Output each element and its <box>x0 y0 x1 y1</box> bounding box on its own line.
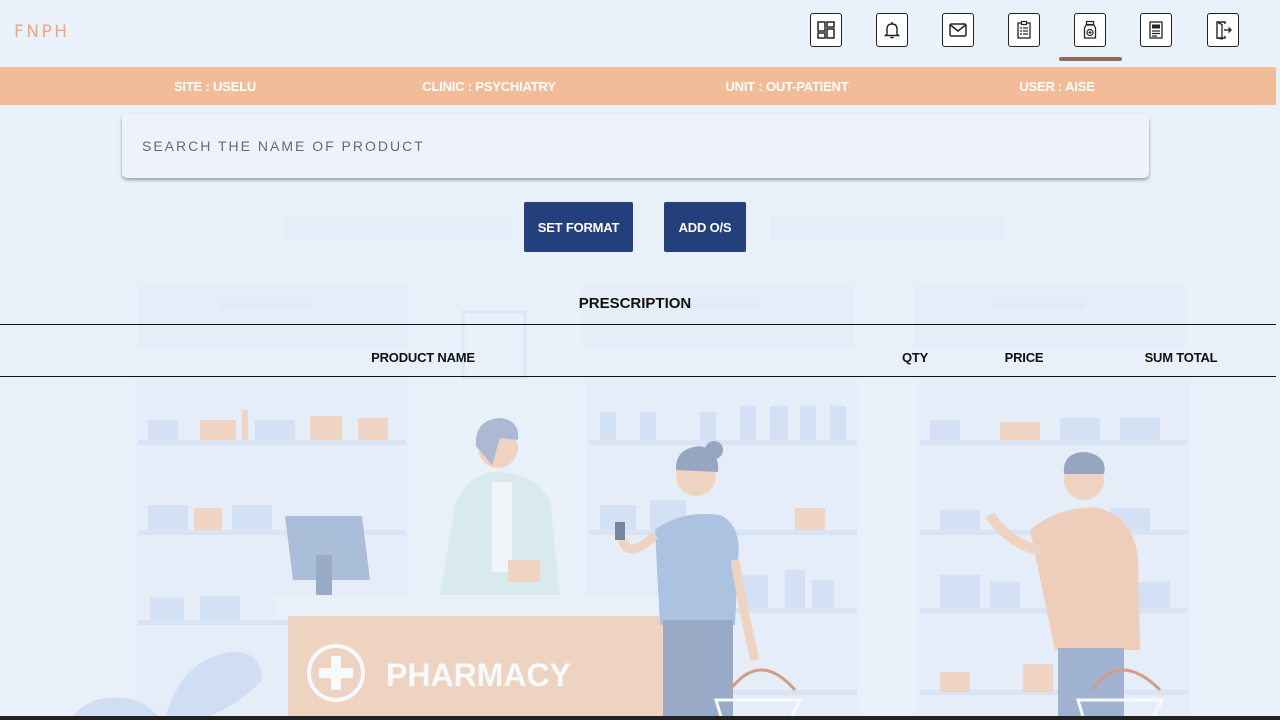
add-os-button[interactable]: ADD O/S <box>664 202 746 252</box>
table-top-rule <box>0 324 1276 325</box>
nav-messages-button[interactable] <box>942 13 974 47</box>
column-header-product-name: PRODUCT NAME <box>371 350 475 365</box>
clipboard-list-icon <box>1017 20 1031 39</box>
document-list-icon <box>1149 21 1163 39</box>
clinic-label: CLINIC : PSYCHIATRY <box>422 79 556 94</box>
dashboard-grid-icon <box>817 21 835 39</box>
active-tab-indicator <box>1059 57 1122 61</box>
column-header-price: PRICE <box>1004 350 1044 365</box>
unit-label: UNIT : OUT-PATIENT <box>725 79 849 94</box>
context-info-bar: SITE : USELU CLINIC : PSYCHIATRY UNIT : … <box>0 67 1276 105</box>
pharmacy-background-illustration: PHARMACY <box>0 0 1280 720</box>
bell-icon <box>883 22 901 39</box>
site-label: SITE : USELU <box>173 79 257 94</box>
top-navigation-bar: FNPH <box>0 0 1280 66</box>
column-header-qty: QTY <box>901 350 929 365</box>
product-search-input[interactable] <box>122 114 1149 178</box>
nav-pharmacy-button[interactable] <box>1074 13 1106 47</box>
bottom-edge <box>0 716 1280 720</box>
nav-records-button[interactable] <box>1140 13 1172 47</box>
envelope-icon <box>949 23 967 37</box>
table-header-rule <box>0 376 1276 377</box>
nav-logout-button[interactable] <box>1207 13 1239 47</box>
nav-checklist-button[interactable] <box>1008 13 1040 47</box>
brand-logo-text: FNPH <box>14 22 70 42</box>
column-header-sum-total: SUM TOTAL <box>1144 350 1218 365</box>
medicine-bottle-icon <box>1083 20 1097 39</box>
nav-notifications-button[interactable] <box>876 13 908 47</box>
nav-dashboard-button[interactable] <box>810 13 842 47</box>
set-format-button[interactable]: SET FORMAT <box>524 202 633 252</box>
exit-door-icon <box>1216 21 1232 40</box>
user-label: USER : AISE <box>1019 79 1095 94</box>
prescription-title: PRESCRIPTION <box>578 295 692 312</box>
